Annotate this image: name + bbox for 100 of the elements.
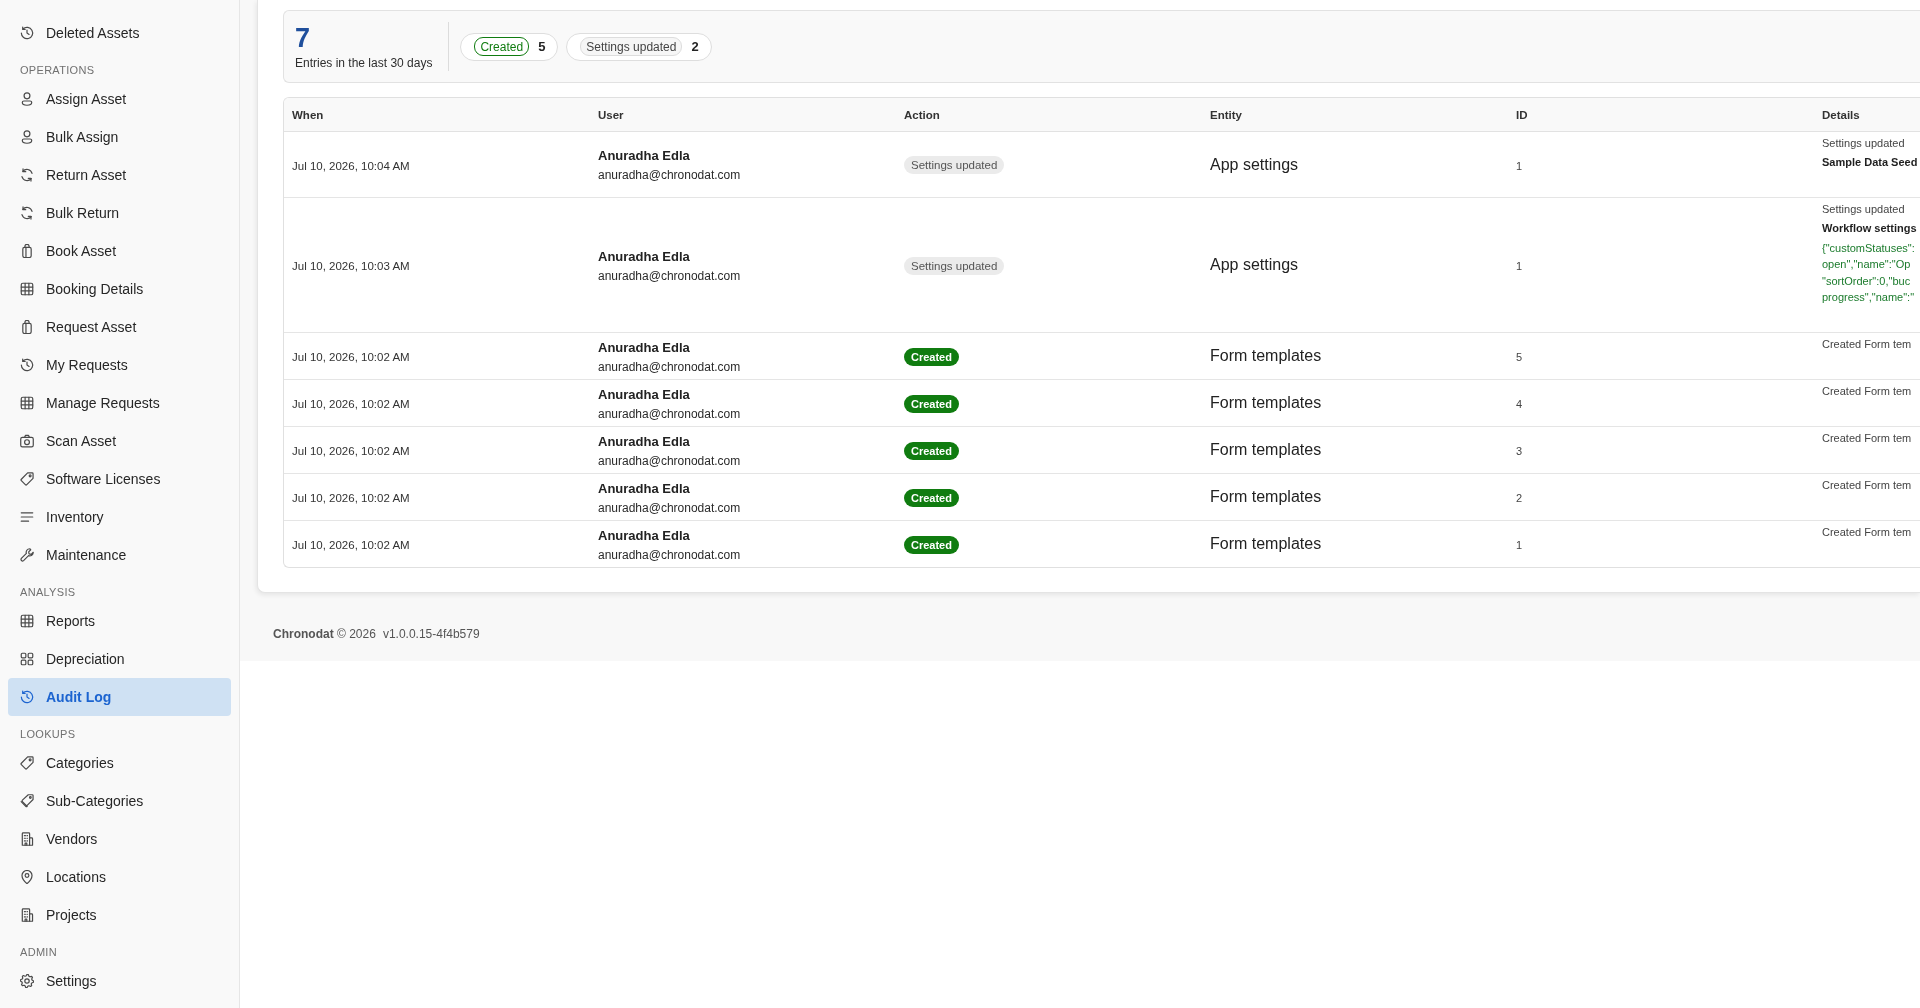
- user-name: Anuradha Edla: [598, 385, 690, 404]
- details-summary: Created Form tem: [1822, 431, 1912, 447]
- details-summary: Settings updated: [1822, 202, 1905, 217]
- sidebar-item[interactable]: Manage Requests: [8, 384, 231, 422]
- user-email: anuradha@chronodat.com: [598, 546, 741, 563]
- entity-name: Form templates: [1210, 394, 1322, 412]
- entries-count: 7: [295, 22, 311, 53]
- sidebar-item[interactable]: Categories: [8, 744, 231, 782]
- person-icon: [20, 130, 34, 144]
- timestamp: Jul 10, 2026, 10:03 AM: [292, 260, 410, 273]
- sidebar-item[interactable]: Sub-Categories: [8, 782, 231, 820]
- sidebar-item[interactable]: Audit Log: [8, 678, 231, 716]
- sidebar-item[interactable]: Projects: [8, 896, 231, 934]
- sidebar-item[interactable]: Assign Asset: [8, 80, 231, 118]
- sidebar-section-label: OPERATIONS: [20, 64, 95, 76]
- user-email: anuradha@chronodat.com: [598, 452, 741, 469]
- details-summary: Settings updated: [1822, 136, 1905, 151]
- user-name: Anuradha Edla: [598, 432, 690, 451]
- sidebar-item[interactable]: Request Asset: [8, 308, 231, 346]
- copyright-text: Chronodat © 2026: [273, 626, 376, 643]
- details-summary: Created Form tem: [1822, 337, 1912, 353]
- column-header: Action: [904, 108, 940, 121]
- action-badge: Settings updated: [580, 37, 683, 56]
- sidebar-item[interactable]: Maintenance: [8, 536, 231, 574]
- action-badge: Settings updated: [904, 256, 1005, 275]
- action-count: 2: [691, 39, 699, 54]
- sidebar-item[interactable]: Locations: [8, 858, 231, 896]
- cycle-arrows-icon: [20, 206, 34, 220]
- user-email: anuradha@chronodat.com: [598, 499, 741, 516]
- details-summary: Created Form tem: [1822, 478, 1912, 494]
- sidebar-item[interactable]: Bulk Return: [8, 194, 231, 232]
- tags-icon: [20, 794, 34, 808]
- sidebar-item[interactable]: Vendors: [8, 820, 231, 858]
- history-icon: [20, 26, 34, 40]
- entity-name: App settings: [1210, 256, 1299, 274]
- details-json: {"customStatuses": open","name":"Op "sortOrder":0,"buc progress","name":": [1822, 241, 1915, 305]
- sidebar-item[interactable]: My Requests: [8, 346, 231, 384]
- timestamp: Jul 10, 2026, 10:02 AM: [292, 539, 410, 552]
- column-header: ID: [1516, 108, 1528, 121]
- person-icon: [20, 92, 34, 106]
- entity-name: Form templates: [1210, 488, 1322, 506]
- history-icon: [20, 690, 34, 704]
- grid-icon: [20, 614, 34, 628]
- column-header: When: [292, 108, 324, 121]
- sidebar-item[interactable]: Booking Details: [8, 270, 231, 308]
- timestamp: Jul 10, 2026, 10:02 AM: [292, 398, 410, 411]
- user-name: Anuradha Edla: [598, 526, 690, 545]
- entity-name: Form templates: [1210, 347, 1322, 365]
- user-email: anuradha@chronodat.com: [598, 358, 741, 375]
- sidebar-section-label: LOOKUPS: [20, 728, 76, 740]
- record-id: 4: [1516, 398, 1523, 411]
- sidebar-item[interactable]: Inventory: [8, 498, 231, 536]
- details-title: Workflow settings: [1822, 221, 1917, 236]
- bag-icon: [20, 244, 34, 258]
- entries-caption: Entries in the last 30 days: [295, 54, 433, 71]
- column-header: User: [598, 108, 624, 121]
- details-title: Sample Data Seed: [1822, 155, 1918, 170]
- sidebar-item[interactable]: Software Licenses: [8, 460, 231, 498]
- action-badge: Created: [904, 394, 959, 413]
- user-name: Anuradha Edla: [598, 338, 690, 357]
- record-id: 1: [1516, 539, 1523, 552]
- sidebar-section-label: ADMIN: [20, 946, 57, 958]
- version-text: v1.0.0.15-4f4b579: [382, 626, 480, 643]
- action-filter-chip[interactable]: Settings updated 2: [566, 32, 712, 61]
- sidebar-item[interactable]: Bulk Assign: [8, 118, 231, 156]
- wrench-icon: [20, 548, 34, 562]
- sidebar-item[interactable]: Deleted Assets: [8, 14, 231, 52]
- action-count: 5: [538, 39, 546, 54]
- sidebar-item[interactable]: Return Asset: [8, 156, 231, 194]
- record-id: 5: [1516, 351, 1523, 364]
- bag-icon: [20, 320, 34, 334]
- timestamp: Jul 10, 2026, 10:02 AM: [292, 351, 410, 364]
- sidebar-item[interactable]: Depreciation: [8, 640, 231, 678]
- action-badge: Created: [474, 37, 530, 56]
- sidebar-item[interactable]: Book Asset: [8, 232, 231, 270]
- action-badge: Created: [904, 441, 959, 460]
- record-id: 1: [1516, 260, 1523, 273]
- grid-icon: [20, 282, 34, 296]
- tag-icon: [20, 472, 34, 486]
- user-email: anuradha@chronodat.com: [598, 267, 741, 284]
- action-badge: Created: [904, 347, 959, 366]
- user-name: Anuradha Edla: [598, 147, 690, 165]
- history-icon: [20, 358, 34, 372]
- action-filter-chip[interactable]: Created 5: [460, 32, 559, 61]
- building-icon: [20, 908, 34, 922]
- location-pin-icon: [20, 870, 34, 884]
- lines-icon: [20, 510, 34, 524]
- sidebar-item[interactable]: Reports: [8, 602, 231, 640]
- timestamp: Jul 10, 2026, 10:02 AM: [292, 492, 410, 505]
- entity-name: App settings: [1210, 155, 1299, 173]
- record-id: 3: [1516, 445, 1523, 458]
- user-name: Anuradha Edla: [598, 247, 690, 266]
- user-email: anuradha@chronodat.com: [598, 167, 741, 183]
- record-id: 1: [1516, 159, 1523, 172]
- column-header: Details: [1822, 108, 1860, 121]
- sidebar-item[interactable]: Scan Asset: [8, 422, 231, 460]
- sidebar-item[interactable]: Settings: [8, 962, 231, 1000]
- record-id: 2: [1516, 492, 1523, 505]
- tag-icon: [20, 756, 34, 770]
- four-squares-icon: [20, 652, 34, 666]
